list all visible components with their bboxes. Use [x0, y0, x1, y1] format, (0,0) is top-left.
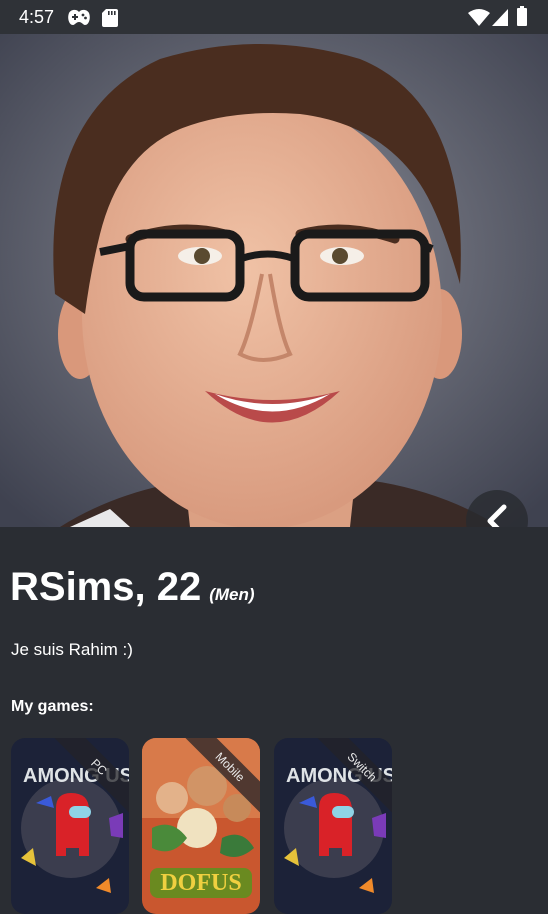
signal-icon	[492, 9, 508, 31]
games-section-title: My games:	[11, 698, 94, 715]
sd-card-icon	[102, 9, 118, 32]
profile-gender: (Men)	[209, 585, 255, 604]
gamepad-icon	[67, 8, 91, 33]
wifi-icon	[468, 9, 490, 31]
game-card-among-us-pc[interactable]: AMONG US PC	[11, 738, 129, 914]
profile-info: RSims, 22 (Men) Je suis Rahim :) My games…	[0, 527, 548, 914]
profile-bio: Je suis Rahim :)	[11, 640, 133, 659]
status-time: 4:57	[19, 7, 55, 27]
profile-heading: RSims, 22 (Men)	[10, 565, 255, 610]
game-card-dofus-mobile[interactable]: DOFUS Mobile	[142, 738, 260, 914]
chevron-left-icon	[484, 504, 510, 527]
status-bar: 4:57	[0, 0, 548, 34]
game-card-among-us-switch[interactable]: AMONG US Switch	[274, 738, 392, 914]
profile-name-age: RSims, 22	[10, 565, 202, 609]
game-logo-text: DOFUS	[160, 870, 241, 896]
profile-photo	[0, 34, 548, 527]
battery-icon	[517, 6, 527, 31]
